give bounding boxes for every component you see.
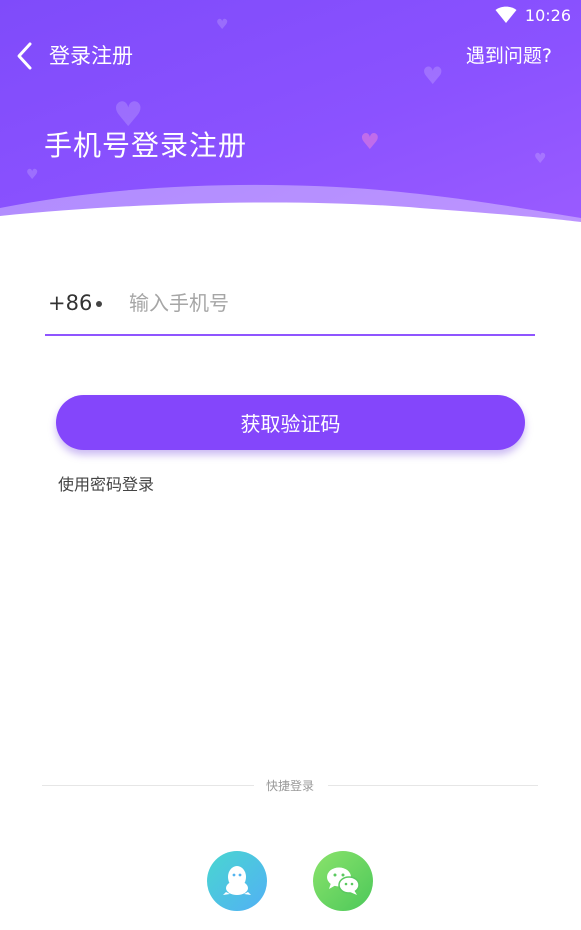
chevron-left-icon[interactable] [14, 40, 38, 72]
phone-input[interactable] [129, 286, 519, 320]
quick-login-divider: 快捷登录 [42, 776, 538, 796]
page-title: 手机号登录注册 [44, 129, 248, 162]
qq-login-button[interactable] [207, 851, 267, 911]
wifi-icon [495, 6, 517, 23]
status-time: 10:26 [524, 5, 571, 25]
heart-icon: ♥ [360, 130, 380, 155]
get-code-button[interactable]: 获取验证码 [56, 395, 525, 450]
heart-icon: ♥ [534, 151, 547, 167]
phone-field: +86 [45, 280, 535, 336]
help-link[interactable]: 遇到问题? [466, 42, 552, 70]
country-code-selector[interactable]: +86 [48, 289, 92, 317]
status-bar: 10:26 [495, 0, 571, 30]
quick-login-label: 快捷登录 [265, 779, 314, 793]
qq-icon [223, 866, 251, 895]
top-bar-title: 登录注册 [49, 44, 133, 68]
login-screen: ♥ ♥ ♥ ♥ ♥ ♥ 10:26 登录注册 遇到问题? 手机号登录注册 +86… [0, 0, 581, 930]
heart-icon: ♥ [216, 17, 229, 33]
password-login-link[interactable]: 使用密码登录 [58, 473, 154, 497]
dot-separator-icon [96, 301, 102, 307]
top-bar: 登录注册 遇到问题? [0, 36, 581, 76]
heart-icon: ♥ [113, 95, 144, 135]
wechat-icon [327, 867, 360, 895]
wechat-login-button[interactable] [313, 851, 373, 911]
divider-line [328, 785, 538, 786]
header-wave [0, 184, 581, 240]
